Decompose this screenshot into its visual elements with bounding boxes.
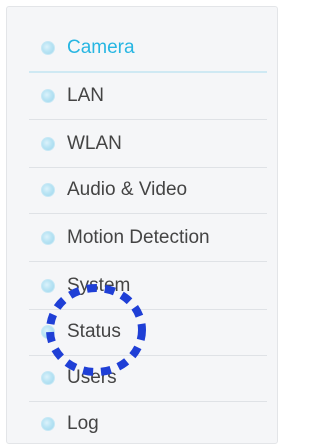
menu-item-label: Log	[67, 413, 99, 434]
menu-item-label: Motion Detection	[67, 227, 210, 248]
menu-item-wlan[interactable]: WLAN	[29, 121, 267, 168]
settings-nav-panel: Camera LAN WLAN Audio & Video Motion Det…	[6, 6, 278, 444]
menu-item-label: System	[67, 275, 131, 296]
menu-item-label: Camera	[67, 37, 135, 58]
bullet-icon	[41, 137, 55, 151]
menu-item-label: LAN	[67, 85, 104, 106]
menu-item-log[interactable]: Log	[29, 401, 267, 447]
menu-item-label: Status	[67, 321, 121, 342]
bullet-icon	[41, 231, 55, 245]
bullet-icon	[41, 417, 55, 431]
menu-item-audio-video[interactable]: Audio & Video	[29, 167, 267, 214]
bullet-icon	[41, 183, 55, 197]
menu-item-lan[interactable]: LAN	[29, 73, 267, 120]
menu-item-motion-detection[interactable]: Motion Detection	[29, 215, 267, 262]
menu-item-status[interactable]: Status	[29, 309, 267, 356]
bullet-icon	[41, 325, 55, 339]
menu-item-camera[interactable]: Camera	[29, 25, 267, 73]
bullet-icon	[41, 371, 55, 385]
menu-item-users[interactable]: Users	[29, 355, 267, 402]
menu-item-label: Audio & Video	[67, 179, 188, 200]
bullet-icon	[41, 279, 55, 293]
bullet-icon	[41, 41, 55, 55]
menu-item-system[interactable]: System	[29, 263, 267, 310]
bullet-icon	[41, 89, 55, 103]
menu-item-label: WLAN	[67, 133, 122, 154]
menu-item-label: Users	[67, 367, 117, 388]
